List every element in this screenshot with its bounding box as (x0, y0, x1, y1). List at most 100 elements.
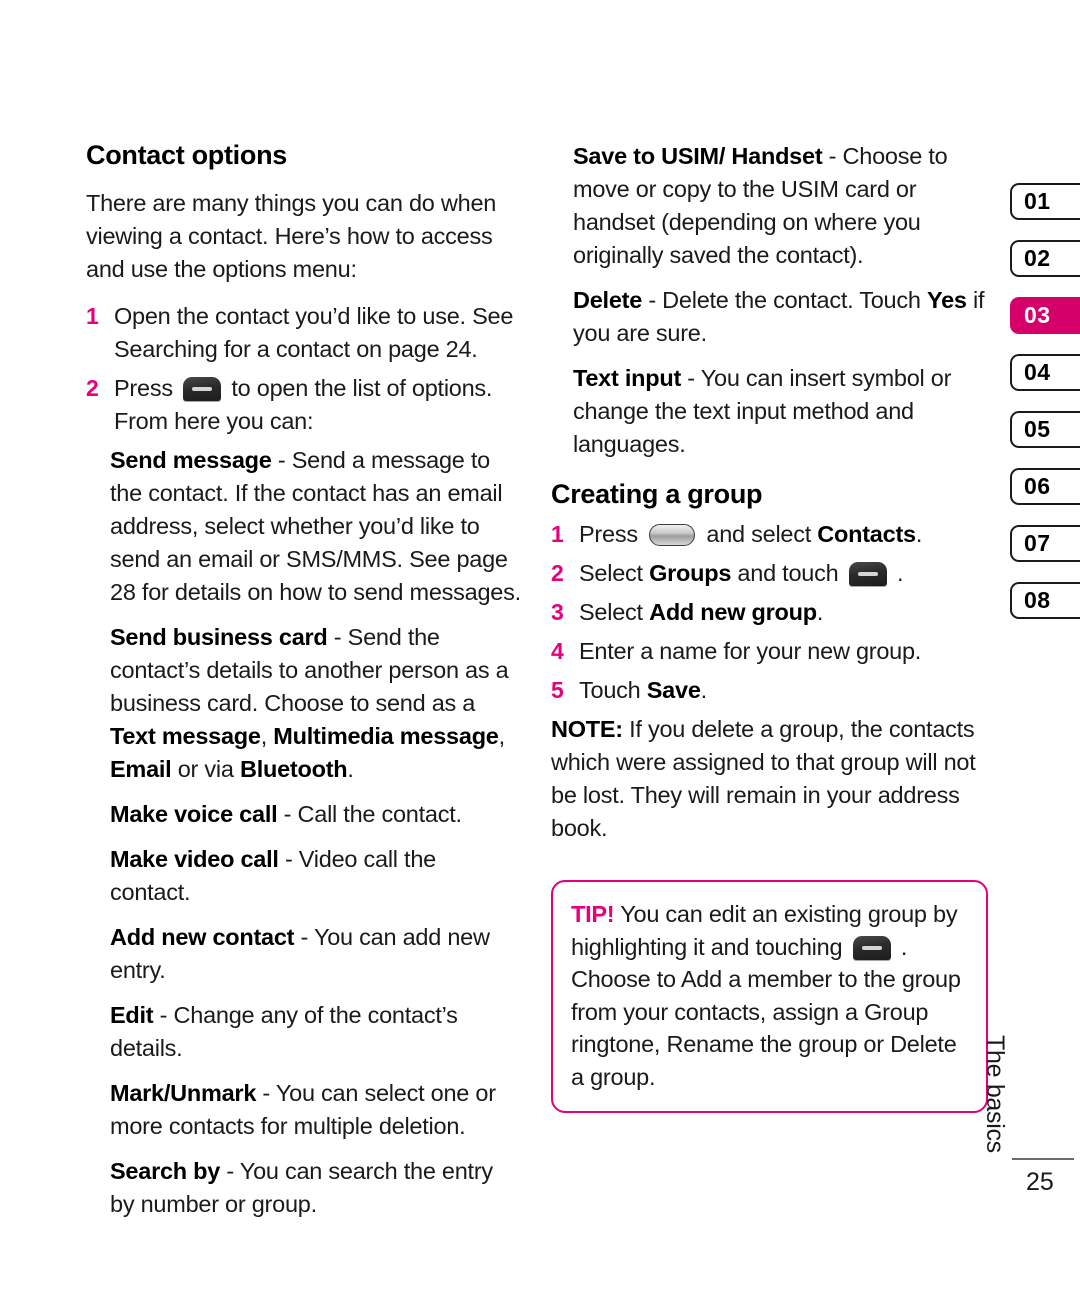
option-text-input: Text input - You can insert symbol or ch… (551, 362, 987, 461)
list-item: 5 Touch Save. (551, 674, 987, 707)
step-text-pre: Press (579, 521, 645, 548)
dark-key-icon (852, 935, 891, 960)
dark-key-icon (848, 562, 887, 587)
option-desc: - Call the contact. (277, 801, 462, 828)
chapter-tab-06[interactable]: 06 (1010, 468, 1080, 505)
option-term: Edit (110, 1002, 154, 1029)
list-marker: 5 (551, 677, 564, 704)
chapter-tab-05[interactable]: 05 (1010, 411, 1080, 448)
tab-label: 03 (1024, 302, 1051, 328)
dark-key-icon (183, 377, 222, 402)
step-text-pre: Select (579, 560, 650, 587)
step-text-pre: Enter a name for your new group. (579, 638, 922, 665)
option-sep3: or via (171, 756, 240, 783)
tab-label: 04 (1024, 359, 1051, 385)
option-term: Make video call (110, 846, 279, 873)
option-term: Delete (573, 287, 643, 313)
list-item: 2 Press to open the list of options. Fro… (86, 372, 522, 438)
option-bold-yes: Yes (926, 287, 967, 313)
option-bold-multimedia-message: Multimedia message (273, 723, 499, 750)
chapter-tab-01[interactable]: 01 (1010, 183, 1080, 220)
intro-paragraph: There are many things you can do when vi… (86, 190, 497, 283)
note-paragraph: NOTE: If you delete a group, the contact… (551, 713, 987, 845)
step-text-pre: Touch (579, 677, 647, 704)
option-term: Send message (110, 447, 272, 474)
chapter-tab-02[interactable]: 02 (1010, 240, 1080, 277)
option-term: Search by (110, 1158, 221, 1185)
step-text-post: . (915, 521, 923, 548)
list-marker: 1 (551, 521, 564, 548)
tip-label: TIP! (571, 901, 615, 927)
option-add-new-contact: Add new contact - You can add new entry. (86, 921, 522, 987)
tip-paragraph: TIP! You can edit an existing group by h… (571, 898, 968, 1093)
option-save-to-usim-handset: Save to USIM/ Handset - Choose to move o… (551, 140, 987, 272)
list-item: 3 Select Add new group. (551, 596, 987, 629)
option-term: Make voice call (110, 801, 278, 828)
option-term: Text input (573, 365, 682, 391)
step-bold: Groups (649, 560, 732, 587)
tab-label: 07 (1024, 530, 1051, 556)
option-sep2: , (498, 723, 506, 750)
tab-label: 05 (1024, 416, 1051, 442)
chapter-tab-07[interactable]: 07 (1010, 525, 1080, 562)
chapter-tab-strip: 01 02 03 04 05 06 07 08 (1010, 183, 1080, 639)
option-mark-unmark: Mark/Unmark - You can select one or more… (86, 1077, 522, 1143)
right-column: Save to USIM/ Handset - Choose to move o… (551, 140, 987, 863)
tab-label: 02 (1024, 245, 1051, 271)
option-desc-a: - Delete the contact. Touch (642, 287, 927, 313)
tab-label: 01 (1024, 188, 1051, 214)
page-number-rule (1012, 1158, 1074, 1160)
list-item-text: Open the contact you’d like to use. See … (114, 303, 514, 363)
page-title: Contact options (86, 140, 287, 170)
step-text-post: . (700, 677, 708, 704)
tab-label: 08 (1024, 587, 1051, 613)
option-term: Send business card (110, 624, 328, 651)
chapter-tab-04[interactable]: 04 (1010, 354, 1080, 391)
silver-key-icon (649, 524, 696, 547)
chapter-label: The basics (981, 1035, 1009, 1153)
list-item-text-before: Press (114, 375, 180, 402)
contact-options-steps: 1 Open the contact you’d like to use. Se… (86, 300, 522, 438)
option-term: Save to USIM/ Handset (573, 143, 823, 169)
step-bold: Save (646, 677, 701, 704)
chapter-tab-03[interactable]: 03 (1010, 297, 1080, 334)
step-text-pre: Select (579, 599, 650, 626)
option-desc: - Change any of the contact’s details. (110, 1002, 458, 1062)
option-edit: Edit - Change any of the contact’s detai… (86, 999, 522, 1065)
option-bold-bluetooth: Bluetooth (239, 756, 348, 783)
option-bold-text-message: Text message (110, 723, 261, 750)
option-delete: Delete - Delete the contact. Touch Yes i… (551, 284, 987, 350)
list-marker: 2 (86, 375, 99, 402)
option-send-business-card: Send business card - Send the contact’s … (86, 621, 522, 786)
option-sep4: . (347, 756, 354, 783)
note-label: NOTE: (551, 716, 623, 743)
creating-a-group-title: Creating a group (551, 479, 763, 509)
list-item: 1 Press and select Contacts. (551, 518, 987, 551)
chapter-tab-08[interactable]: 08 (1010, 582, 1080, 619)
option-sep: , (260, 723, 274, 750)
step-text-post: . (890, 560, 904, 587)
step-text-mid: and select (700, 521, 818, 548)
tip-box: TIP! You can edit an existing group by h… (551, 880, 988, 1113)
list-marker: 3 (551, 599, 564, 626)
option-term: Mark/Unmark (110, 1080, 257, 1107)
option-term: Add new contact (110, 924, 295, 951)
tab-label: 06 (1024, 473, 1051, 499)
page-number: 25 (1026, 1168, 1054, 1196)
option-bold-email: Email (110, 756, 172, 783)
list-item: 4 Enter a name for your new group. (551, 635, 987, 668)
step-text-mid: and touch (731, 560, 845, 587)
list-marker: 1 (86, 303, 99, 330)
list-item: 2 Select Groups and touch . (551, 557, 987, 590)
step-bold: Contacts (817, 521, 916, 548)
option-search-by: Search by - You can search the entry by … (86, 1155, 522, 1221)
list-item: 1 Open the contact you’d like to use. Se… (86, 300, 522, 366)
list-marker: 2 (551, 560, 564, 587)
option-make-video-call: Make video call - Video call the contact… (86, 843, 522, 909)
option-make-voice-call: Make voice call - Call the contact. (86, 798, 522, 831)
step-bold: Add new group (649, 599, 817, 626)
creating-a-group-steps: 1 Press and select Contacts. 2 Select Gr… (551, 518, 987, 707)
left-column: Contact options There are many things yo… (86, 140, 522, 1233)
option-send-message: Send message - Send a message to the con… (86, 444, 522, 609)
step-text-post: . (816, 599, 824, 626)
